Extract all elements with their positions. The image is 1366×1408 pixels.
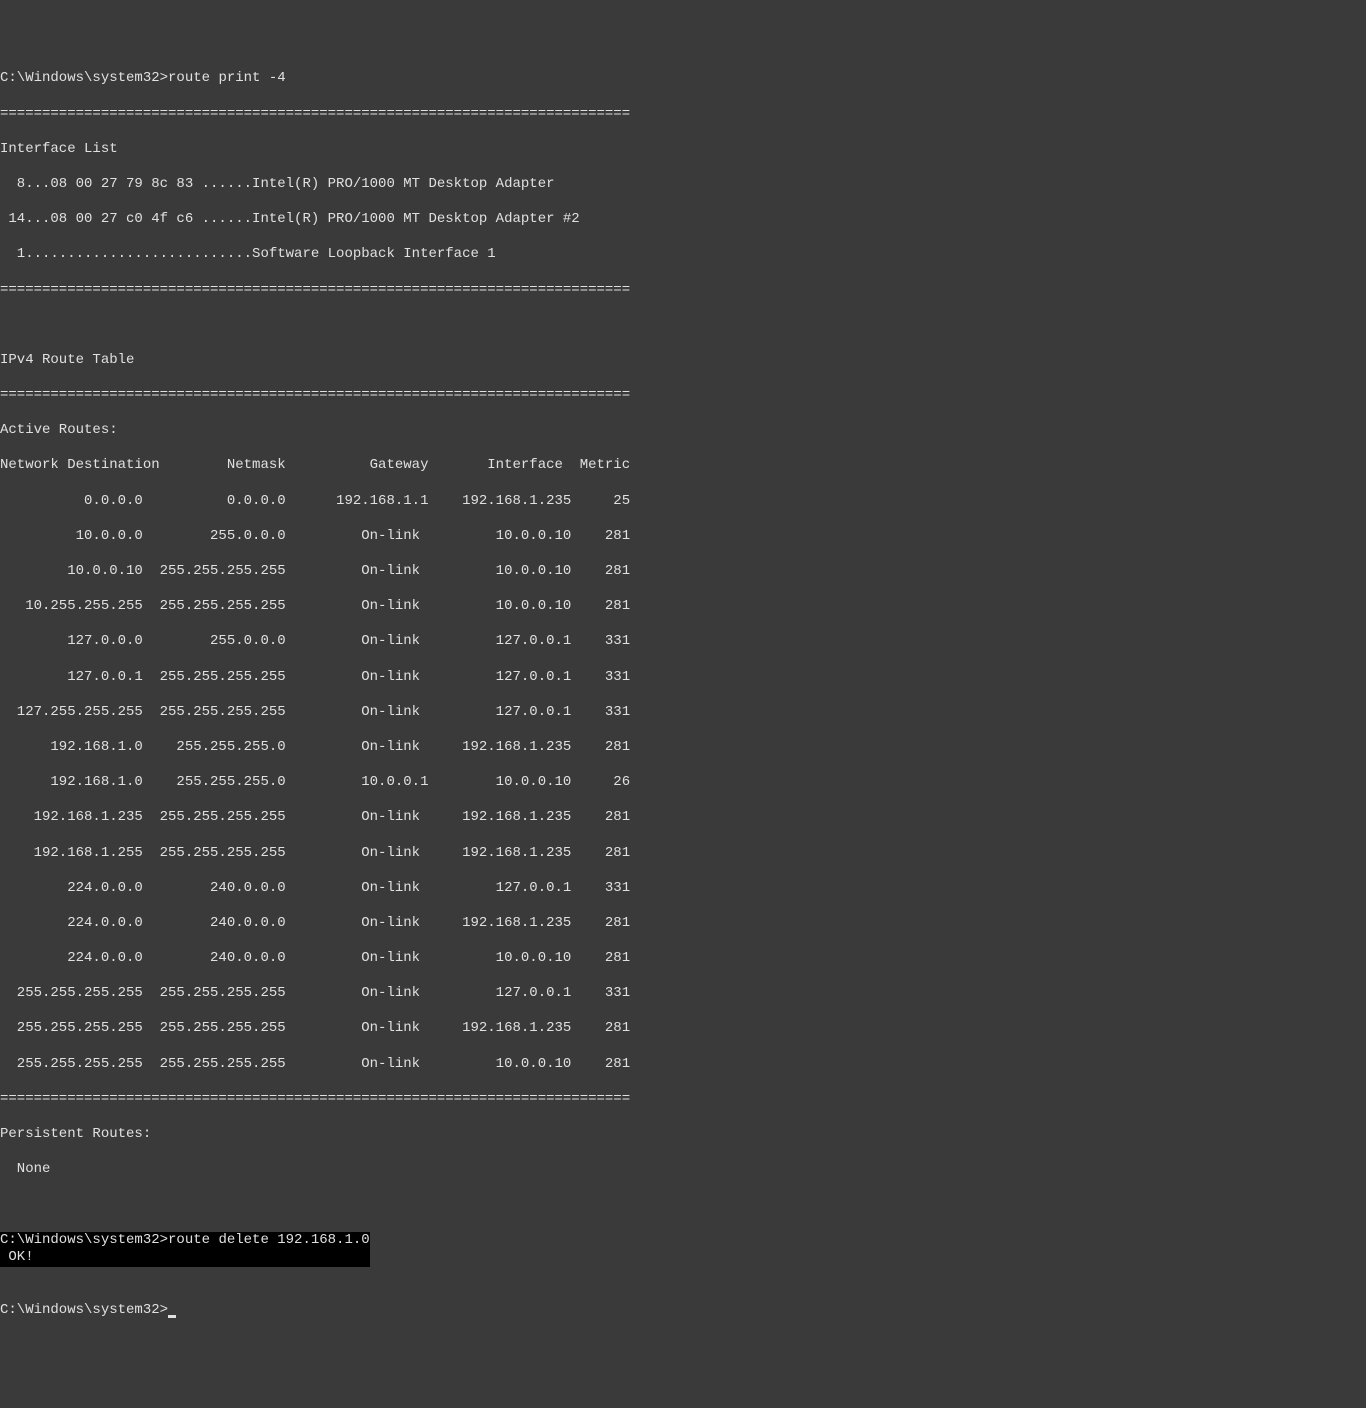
route-row: 10.0.0.10 255.255.255.255 On-link 10.0.0…	[0, 563, 1366, 581]
route-row: 10.255.255.255 255.255.255.255 On-link 1…	[0, 598, 1366, 616]
route-row: 224.0.0.0 240.0.0.0 On-link 127.0.0.1 33…	[0, 880, 1366, 898]
route-row: 224.0.0.0 240.0.0.0 On-link 192.168.1.23…	[0, 915, 1366, 933]
divider: ========================================…	[0, 1091, 1366, 1109]
route-row: 192.168.1.0 255.255.255.0 10.0.0.1 10.0.…	[0, 774, 1366, 792]
route-row: 10.0.0.0 255.0.0.0 On-link 10.0.0.10 281	[0, 528, 1366, 546]
command-input[interactable]: route print -4	[168, 70, 286, 86]
interface-list-header: Interface List	[0, 141, 1366, 159]
route-row: 192.168.1.235 255.255.255.255 On-link 19…	[0, 809, 1366, 827]
active-routes-label: Active Routes:	[0, 422, 1366, 440]
route-row: 127.0.0.0 255.0.0.0 On-link 127.0.0.1 33…	[0, 633, 1366, 651]
prompt-path: C:\Windows\system32>	[0, 1302, 168, 1318]
route-row: 224.0.0.0 240.0.0.0 On-link 10.0.0.10 28…	[0, 950, 1366, 968]
interface-row: 1...........................Software Loo…	[0, 246, 1366, 264]
blank-line	[0, 1267, 1366, 1285]
divider: ========================================…	[0, 282, 1366, 300]
route-row: 255.255.255.255 255.255.255.255 On-link …	[0, 1020, 1366, 1038]
route-row: 255.255.255.255 255.255.255.255 On-link …	[0, 1056, 1366, 1074]
command-result: OK!	[0, 1249, 34, 1265]
interface-row: 8...08 00 27 79 8c 83 ......Intel(R) PRO…	[0, 176, 1366, 194]
route-table-header: IPv4 Route Table	[0, 352, 1366, 370]
route-row: 0.0.0.0 0.0.0.0 192.168.1.1 192.168.1.23…	[0, 493, 1366, 511]
route-columns-header: Network Destination Netmask Gateway Inte…	[0, 457, 1366, 475]
cursor-icon	[168, 1315, 176, 1318]
prompt-path: C:\Windows\system32>	[0, 70, 168, 86]
highlighted-command-block: C:\Windows\system32>route delete 192.168…	[0, 1232, 370, 1267]
blank-line	[0, 317, 1366, 335]
divider: ========================================…	[0, 106, 1366, 124]
route-row: 255.255.255.255 255.255.255.255 On-link …	[0, 985, 1366, 1003]
route-row: 192.168.1.255 255.255.255.255 On-link 19…	[0, 845, 1366, 863]
blank-line	[0, 1196, 1366, 1214]
route-row: 127.0.0.1 255.255.255.255 On-link 127.0.…	[0, 669, 1366, 687]
divider: ========================================…	[0, 387, 1366, 405]
command-input[interactable]: route delete 192.168.1.0	[168, 1232, 370, 1248]
route-row: 127.255.255.255 255.255.255.255 On-link …	[0, 704, 1366, 722]
prompt-line-1: C:\Windows\system32>route print -4	[0, 70, 1366, 88]
persistent-none: None	[0, 1161, 1366, 1179]
prompt-path: C:\Windows\system32>	[0, 1232, 168, 1248]
persistent-routes-label: Persistent Routes:	[0, 1126, 1366, 1144]
prompt-line-3[interactable]: C:\Windows\system32>	[0, 1302, 1366, 1320]
route-row: 192.168.1.0 255.255.255.0 On-link 192.16…	[0, 739, 1366, 757]
interface-row: 14...08 00 27 c0 4f c6 ......Intel(R) PR…	[0, 211, 1366, 229]
